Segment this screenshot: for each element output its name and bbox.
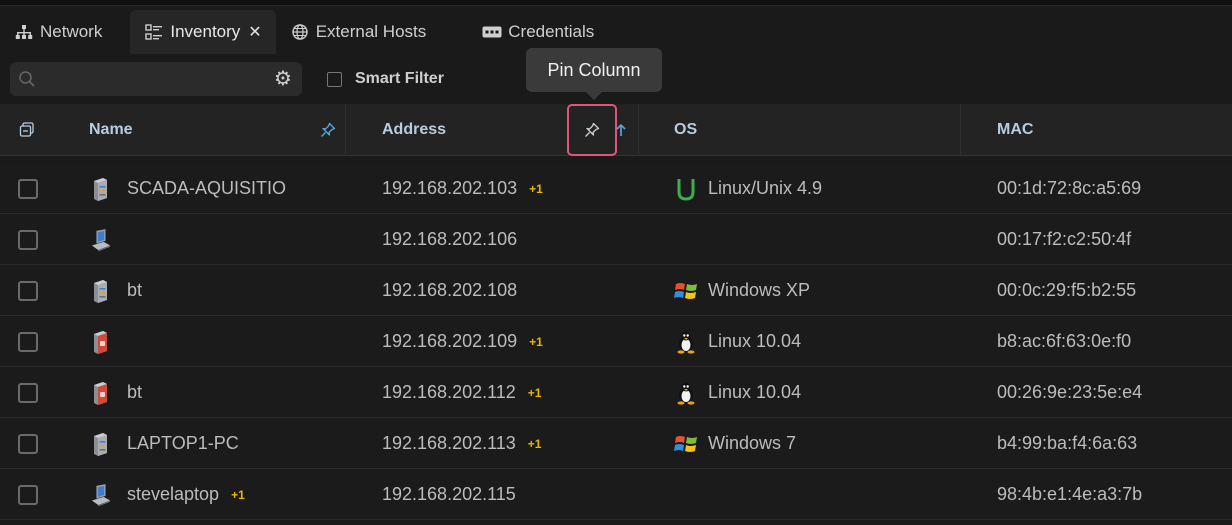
tab-inventory-label: Inventory [170,22,241,41]
table-row[interactable]: bt 192.168.202.108 Windows XP 00:0c:29:f5:b… [0,265,1232,316]
ip-address[interactable]: 192.168.202.113 [382,433,516,454]
tab-network[interactable]: Network [0,10,116,54]
row-checkbox[interactable] [18,434,38,454]
row-checkbox[interactable] [18,179,38,199]
row-checkbox[interactable] [18,230,38,250]
column-divider[interactable] [345,104,346,156]
extra-address-badge: +1 [527,385,542,400]
select-all-icon[interactable] [19,104,35,156]
mac-address: b8:ac:6f:63:0e:f0 [997,331,1132,351]
mac-address: b4:99:ba:f4:6a:63 [997,433,1138,453]
device-name[interactable]: LAPTOP1-PC [127,433,239,454]
table-row[interactable]: stevelaptop +1 192.168.202.115 98:4b:e1:4e:… [0,469,1232,520]
ip-address[interactable]: 192.168.202.115 [382,484,516,505]
tab-network-label: Network [40,22,103,41]
table-row[interactable]: LAPTOP1-PC 192.168.202.113 +1 Windows 7 b4:9… [0,418,1232,469]
table-row[interactable]: bt 192.168.202.112 +1 Linux 10.04 00:26:9e:2… [0,367,1232,418]
column-divider[interactable] [638,104,639,156]
device-name[interactable]: stevelaptop [127,484,219,505]
server-icon [91,177,111,201]
os-name: Linux 10.04 [708,331,802,351]
device-name[interactable]: bt [127,382,142,403]
tux-icon [674,330,698,354]
table-row[interactable]: SCADA-AQUISITIO 192.168.202.103 +1 Linux/Un… [0,163,1232,214]
extra-address-badge: +1 [529,334,543,349]
extra-address-badge: +1 [529,181,543,196]
laptop-icon [91,228,111,252]
server-icon [91,330,111,354]
os-name: Windows XP [708,280,811,300]
search-box: ⚙ [10,62,302,96]
mac-address: 00:1d:72:8c:a5:69 [997,178,1142,198]
smart-filter-toggle[interactable]: Smart Filter [327,70,444,88]
search-input[interactable] [42,62,272,96]
ip-address[interactable]: 192.168.202.106 [382,229,517,250]
credentials-card-icon [482,22,502,42]
inventory-list-icon [144,22,164,42]
tab-inventory[interactable]: Inventory ✕ [130,10,276,54]
mac-address: 98:4b:e1:4e:a3:7b [997,484,1143,504]
row-checkbox[interactable] [18,485,38,505]
mac-address: 00:26:9e:23:5e:e4 [997,382,1143,402]
row-checkbox[interactable] [18,332,38,352]
ip-address[interactable]: 192.168.202.109 [382,331,517,352]
table-row[interactable]: 192.168.202.109 +1 Linux 10.04 b8:ac:6f:63:… [0,316,1232,367]
os-name: Linux/Unix 4.9 [708,178,823,198]
os-name: Windows 7 [708,433,797,453]
mac-address: 00:0c:29:f5:b2:55 [997,280,1137,300]
device-name[interactable]: SCADA-AQUISITIO [127,178,286,199]
pin-column-tooltip: Pin Column [526,48,662,100]
server-icon [91,432,111,456]
gear-icon[interactable]: ⚙ [274,69,294,89]
windows-icon [674,279,698,303]
extra-address-badge: +1 [527,436,542,451]
device-name[interactable]: bt [127,280,142,301]
window-top-strip [0,0,1232,6]
ip-address[interactable]: 192.168.202.108 [382,280,517,301]
column-header-os[interactable]: OS [674,104,697,156]
linux-unix-icon [674,177,698,201]
row-checkbox[interactable] [18,281,38,301]
column-header-address[interactable]: Address [382,104,446,156]
windows-icon [674,432,698,456]
extra-count-badge: +1 [231,487,245,502]
tab-external-hosts[interactable]: External Hosts [276,10,441,54]
pin-icon[interactable] [320,104,336,156]
ip-address[interactable]: 192.168.202.103 [382,178,517,199]
pin-column-highlight [567,104,617,156]
tab-credentials-label: Credentials [508,22,595,41]
column-divider[interactable] [960,104,961,156]
column-header-name[interactable]: Name [89,104,133,156]
smart-filter-label: Smart Filter [355,70,444,87]
column-header-mac[interactable]: MAC [997,104,1033,156]
globe-icon [290,22,310,42]
tux-icon [674,381,698,405]
server-icon [91,381,111,405]
close-icon[interactable]: ✕ [248,22,261,42]
network-tree-icon [14,22,34,42]
os-name: Linux 10.04 [708,382,802,402]
tab-external-hosts-label: External Hosts [315,22,427,41]
server-icon [91,279,111,303]
ip-address[interactable]: 192.168.202.112 [382,382,516,403]
smart-filter-checkbox[interactable] [327,71,342,87]
table-row[interactable]: 192.168.202.106 00:17:f2:c2:50:4f [0,214,1232,265]
search-icon [18,70,36,88]
mac-address: 00:17:f2:c2:50:4f [997,229,1132,249]
laptop-icon [91,483,111,507]
row-checkbox[interactable] [18,383,38,403]
